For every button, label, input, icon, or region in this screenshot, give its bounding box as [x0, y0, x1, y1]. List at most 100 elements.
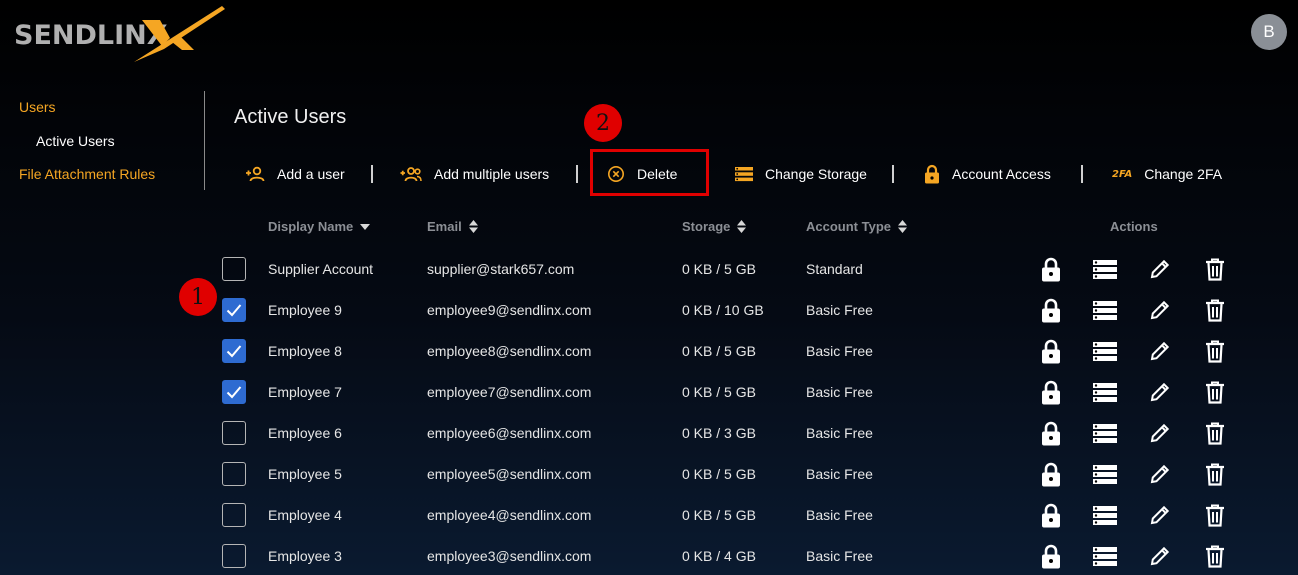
lock-icon: [1042, 380, 1060, 404]
edit-pencil-icon: [1150, 546, 1170, 566]
sendlinx-logo[interactable]: SENDLINX: [14, 4, 229, 62]
row-change-storage-button[interactable]: [1092, 502, 1118, 528]
row-checkbox[interactable]: [222, 257, 246, 281]
storage-icon: [1093, 546, 1117, 566]
row-delete-button[interactable]: [1202, 256, 1228, 282]
change-2fa-button[interactable]: 2FA Change 2FA: [1112, 160, 1222, 188]
row-edit-button[interactable]: [1147, 256, 1173, 282]
table-row: Employee 8 employee8@sendlinx.com 0 KB /…: [0, 331, 1298, 372]
add-user-icon: [245, 166, 265, 182]
lock-icon: [1042, 421, 1060, 445]
storage-cell: 0 KB / 5 GB: [682, 384, 756, 400]
row-checkbox[interactable]: [222, 462, 246, 486]
row-checkbox[interactable]: [222, 298, 246, 322]
add-user-button[interactable]: Add a user: [245, 160, 345, 188]
row-checkbox[interactable]: [222, 380, 246, 404]
checkmark-icon: [226, 345, 242, 358]
row-delete-button[interactable]: [1202, 502, 1228, 528]
sidebar-item-file-attachment-rules[interactable]: File Attachment Rules: [19, 166, 155, 182]
lock-icon: [1042, 298, 1060, 322]
avatar[interactable]: B: [1251, 14, 1287, 50]
table-row: Supplier Account supplier@stark657.com 0…: [0, 249, 1298, 290]
row-account-access-button[interactable]: [1038, 420, 1064, 446]
account-type-header-label: Account Type: [806, 219, 891, 234]
row-delete-button[interactable]: [1202, 420, 1228, 446]
add-multiple-users-label: Add multiple users: [434, 166, 550, 182]
sort-icon: [737, 220, 747, 233]
row-checkbox[interactable]: [222, 421, 246, 445]
sort-icon: [898, 220, 907, 233]
row-change-storage-button[interactable]: [1092, 461, 1118, 487]
storage-list-icon: [735, 166, 753, 182]
row-edit-button[interactable]: [1147, 338, 1173, 364]
edit-pencil-icon: [1150, 423, 1170, 443]
email-cell: employee9@sendlinx.com: [427, 302, 592, 318]
change-2fa-label: Change 2FA: [1144, 166, 1223, 182]
sort-icon: [468, 220, 478, 233]
display-name-cell: Employee 4: [268, 507, 342, 523]
sort-desc-icon: [360, 223, 371, 230]
change-storage-button[interactable]: Change Storage: [735, 160, 867, 188]
row-delete-button[interactable]: [1202, 379, 1228, 405]
row-checkbox[interactable]: [222, 339, 246, 363]
row-account-access-button[interactable]: [1038, 297, 1064, 323]
row-account-access-button[interactable]: [1038, 338, 1064, 364]
row-edit-button[interactable]: [1147, 461, 1173, 487]
storage-cell: 0 KB / 5 GB: [682, 507, 756, 523]
storage-icon: [1093, 259, 1117, 279]
storage-header-label: Storage: [682, 219, 731, 234]
change-storage-label: Change Storage: [765, 166, 867, 182]
row-edit-button[interactable]: [1147, 502, 1173, 528]
row-delete-button[interactable]: [1202, 338, 1228, 364]
actions-header-label: Actions: [1110, 219, 1158, 234]
table-row: Employee 4 employee4@sendlinx.com 0 KB /…: [0, 495, 1298, 536]
toolbar-separator: [892, 165, 894, 183]
row-edit-button[interactable]: [1147, 420, 1173, 446]
storage-icon: [1093, 505, 1117, 525]
account-type-cell: Basic Free: [806, 302, 873, 318]
row-edit-button[interactable]: [1147, 297, 1173, 323]
row-account-access-button[interactable]: [1038, 461, 1064, 487]
row-change-storage-button[interactable]: [1092, 543, 1118, 569]
account-access-button[interactable]: Account Access: [924, 160, 1051, 188]
table-row: Employee 7 employee7@sendlinx.com 0 KB /…: [0, 372, 1298, 413]
row-change-storage-button[interactable]: [1092, 420, 1118, 446]
row-change-storage-button[interactable]: [1092, 338, 1118, 364]
row-change-storage-button[interactable]: [1092, 297, 1118, 323]
edit-pencil-icon: [1150, 464, 1170, 484]
row-account-access-button[interactable]: [1038, 502, 1064, 528]
row-checkbox[interactable]: [222, 503, 246, 527]
row-account-access-button[interactable]: [1038, 379, 1064, 405]
row-change-storage-button[interactable]: [1092, 256, 1118, 282]
display-name-cell: Employee 7: [268, 384, 342, 400]
page-title: Active Users: [234, 106, 347, 128]
row-delete-button[interactable]: [1202, 543, 1228, 569]
row-change-storage-button[interactable]: [1092, 379, 1118, 405]
column-header-display-name[interactable]: Display Name: [268, 219, 371, 234]
row-checkbox[interactable]: [222, 544, 246, 568]
storage-cell: 0 KB / 3 GB: [682, 425, 756, 441]
sidebar-item-users[interactable]: Users: [19, 99, 56, 115]
trash-icon: [1206, 504, 1224, 527]
column-header-storage[interactable]: Storage: [682, 219, 747, 234]
step-2-badge: 2: [584, 104, 622, 142]
column-header-account-type[interactable]: Account Type: [806, 219, 907, 234]
add-multiple-users-button[interactable]: Add multiple users: [400, 160, 549, 188]
row-account-access-button[interactable]: [1038, 543, 1064, 569]
column-header-email[interactable]: Email: [427, 219, 478, 234]
trash-icon: [1206, 258, 1224, 281]
row-edit-button[interactable]: [1147, 379, 1173, 405]
row-edit-button[interactable]: [1147, 543, 1173, 569]
trash-icon: [1206, 299, 1224, 322]
lock-icon: [1042, 503, 1060, 527]
display-name-cell: Employee 3: [268, 548, 342, 564]
sidebar-divider: [204, 91, 205, 190]
edit-pencil-icon: [1150, 505, 1170, 525]
display-name-cell: Employee 5: [268, 466, 342, 482]
sidebar-item-active-users[interactable]: Active Users: [36, 133, 115, 149]
row-account-access-button[interactable]: [1038, 256, 1064, 282]
row-delete-button[interactable]: [1202, 297, 1228, 323]
email-header-label: Email: [427, 219, 462, 234]
table-row: Employee 9 employee9@sendlinx.com 0 KB /…: [0, 290, 1298, 331]
row-delete-button[interactable]: [1202, 461, 1228, 487]
